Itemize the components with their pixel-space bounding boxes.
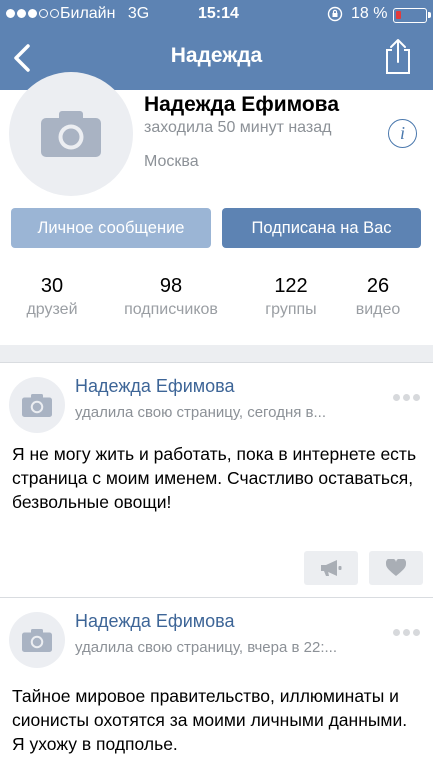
subscribed-button[interactable]: Подписана на Вас	[222, 208, 421, 248]
stat-label: друзей	[26, 301, 78, 318]
page-title: Надежда	[170, 44, 263, 67]
profile-name: Надежда Ефимова	[144, 93, 339, 116]
carrier-label: Билайн 3G	[60, 5, 149, 23]
send-message-button[interactable]: Личное сообщение	[11, 208, 211, 248]
stat-followers[interactable]: 98 подписчиков	[104, 275, 238, 321]
stat-groups[interactable]: 122 группы	[250, 275, 332, 321]
post-text: Тайное мировое правительство, иллюминаты…	[12, 686, 408, 754]
post-author[interactable]: Надежда Ефимова	[75, 611, 235, 632]
stat-value: 30	[40, 275, 64, 297]
heart-icon	[386, 559, 406, 576]
post-avatar[interactable]	[9, 612, 65, 668]
more-options-icon[interactable]	[393, 394, 423, 404]
rotation-lock-icon	[327, 6, 343, 22]
network-type: 3G	[127, 5, 150, 22]
battery-icon	[393, 8, 431, 23]
more-options-icon[interactable]	[393, 629, 423, 639]
like-button[interactable]	[369, 551, 423, 585]
stat-value: 26	[366, 275, 390, 297]
battery-level	[396, 11, 401, 19]
status-bar: Билайн 3G 15:14 18 %	[0, 0, 433, 30]
post-text: Я не могу жить и работать, пока в интерн…	[12, 444, 417, 512]
stat-value: 98	[159, 275, 183, 297]
camera-icon	[41, 111, 101, 157]
repost-button[interactable]	[304, 551, 358, 585]
stat-videos[interactable]: 26 видео	[342, 275, 414, 321]
carrier-name: Билайн	[60, 5, 116, 22]
avatar[interactable]	[9, 72, 133, 196]
wall-post: Надежда Ефимова удалила свою страницу, в…	[0, 597, 433, 770]
stat-friends[interactable]: 30 друзей	[14, 275, 90, 321]
camera-icon	[22, 628, 52, 652]
signal-strength-icon	[6, 9, 59, 18]
battery-percent: 18 %	[351, 5, 388, 22]
share-button[interactable]	[380, 36, 416, 76]
wall-post: Надежда Ефимова удалила свою страницу, с…	[0, 363, 433, 597]
post-meta: удалила свою страницу, сегодня в...	[75, 404, 326, 421]
info-icon: i	[399, 123, 405, 143]
stat-label: видео	[355, 301, 401, 318]
info-button[interactable]: i	[388, 119, 417, 148]
city-text: Москва	[144, 153, 199, 170]
stat-value: 122	[274, 275, 308, 297]
stat-label: группы	[265, 301, 317, 318]
section-divider	[0, 345, 433, 363]
camera-icon	[22, 393, 52, 417]
last-seen-text: заходила 50 минут назад	[144, 119, 332, 136]
post-meta: удалила свою страницу, вчера в 22:...	[75, 639, 337, 656]
share-icon	[386, 39, 410, 74]
profile-card: Надежда Ефимова заходила 50 минут назад …	[0, 72, 433, 345]
post-avatar[interactable]	[9, 377, 65, 433]
clock: 15:14	[198, 5, 239, 22]
stat-label: подписчиков	[124, 301, 218, 318]
megaphone-icon	[321, 560, 342, 576]
post-author[interactable]: Надежда Ефимова	[75, 376, 235, 397]
